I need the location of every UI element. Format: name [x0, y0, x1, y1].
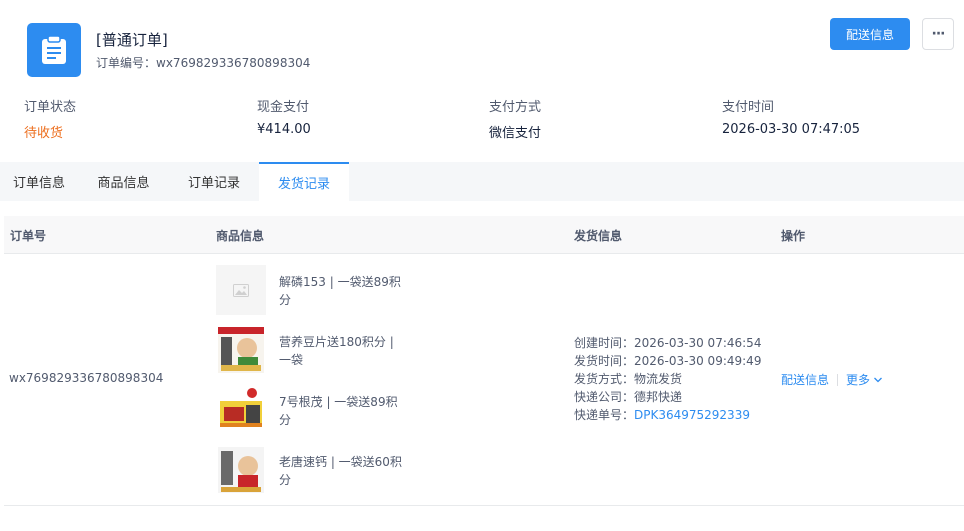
shipping-sent-time: 发货时间： 2026-03-30 09:49:49: [574, 354, 762, 368]
column-header-actions: 操作: [781, 228, 806, 243]
more-dropdown-label: 更多: [846, 373, 871, 387]
product-image: [216, 385, 266, 435]
delivery-info-button[interactable]: 配送信息: [830, 18, 910, 50]
placeholder-image-icon: [216, 265, 266, 315]
product-item: 老唐速钙 | 一袋送60积分: [216, 445, 416, 495]
payment-method-label: 支付方式: [489, 100, 542, 115]
payment-time-value: 2026-03-30 07:47:05: [722, 122, 861, 137]
tab-order-info[interactable]: 订单信息: [0, 162, 78, 201]
shipping-created-time: 创建时间： 2026-03-30 07:46:54: [574, 336, 762, 350]
tracking-number: 快递单号： DPK364975292339: [574, 406, 750, 424]
column-header-shipping-info: 发货信息: [574, 228, 623, 243]
row-actions: 配送信息 更多: [781, 371, 883, 388]
clipboard-icon: [27, 23, 81, 77]
column-header-product-info: 商品信息: [216, 228, 265, 243]
ellipsis-icon: ···: [931, 26, 946, 42]
shipping-method: 发货方式： 物流发货: [574, 372, 683, 386]
tracking-number-link[interactable]: DPK364975292339: [634, 406, 750, 424]
row-order-number: wx769829336780898304: [9, 371, 164, 385]
tab-product-info[interactable]: 商品信息: [78, 162, 169, 201]
tab-bar: 订单信息 商品信息 订单记录 发货记录: [0, 162, 964, 201]
order-status-value: 待收货: [24, 126, 64, 141]
more-dropdown[interactable]: 更多: [846, 371, 883, 388]
table-header: 订单号 商品信息 发货信息 操作: [4, 216, 964, 254]
page-title: [普通订单]: [96, 31, 168, 49]
more-actions-button[interactable]: ···: [922, 18, 954, 50]
product-image: [216, 445, 266, 495]
product-item: 解磷153 | 一袋送89积分: [216, 265, 416, 315]
order-header: [普通订单] 订单编号：wx769829336780898304 配送信息 ··…: [0, 0, 964, 90]
product-name: 7号根茂 | 一袋送89积分: [279, 395, 398, 427]
cash-payment-value: ¥414.00: [257, 122, 311, 137]
product-name: 老唐速钙 | 一袋送60积分: [279, 455, 402, 487]
order-status-label: 订单状态: [24, 100, 77, 115]
delivery-info-link[interactable]: 配送信息: [781, 371, 829, 388]
shipping-info: 创建时间： 2026-03-30 07:46:54 发货时间： 2026-03-30…: [574, 334, 761, 424]
product-name: 营养豆片送180积分 | 一袋: [279, 335, 394, 367]
payment-time-label: 支付时间: [722, 100, 775, 115]
tab-shipping-records[interactable]: 发货记录: [259, 162, 349, 201]
shipping-records-table: 订单号 商品信息 发货信息 操作 wx769829336780898304 解磷…: [4, 216, 964, 506]
product-item: 营养豆片送180积分 | 一袋: [216, 325, 416, 375]
payment-method-value: 微信支付: [489, 126, 542, 141]
chevron-down-icon: [874, 377, 882, 382]
product-name: 解磷153 | 一袋送89积分: [279, 275, 401, 307]
divider: [837, 373, 839, 386]
column-header-order-no: 订单号: [10, 228, 47, 243]
cash-payment-label: 现金支付: [257, 100, 310, 115]
order-number-value: wx769829336780898304: [156, 56, 311, 70]
order-number-label: 订单编号：: [96, 56, 157, 70]
courier-company: 快递公司： 德邦快递: [574, 390, 683, 404]
product-item: 7号根茂 | 一袋送89积分: [216, 385, 416, 435]
order-number: 订单编号：wx769829336780898304: [96, 54, 310, 71]
product-image: [216, 325, 266, 375]
tab-order-records[interactable]: 订单记录: [169, 162, 259, 201]
